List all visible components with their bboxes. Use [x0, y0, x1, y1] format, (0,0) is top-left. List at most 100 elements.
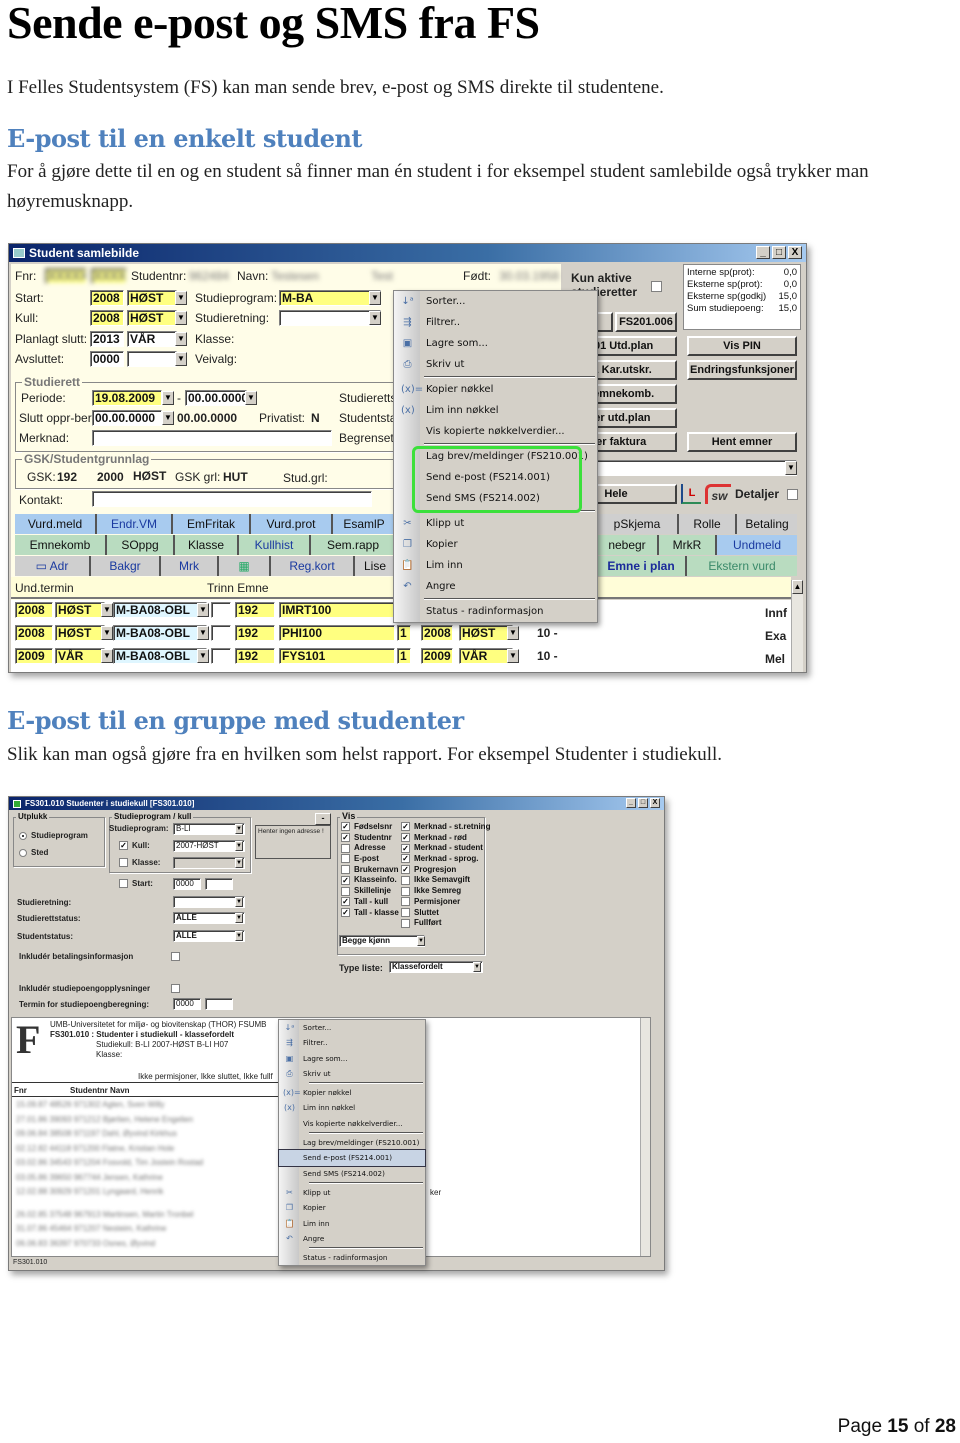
row-gsk-field[interactable]: 192 [235, 602, 275, 618]
menu-item-status-radinformasjon[interactable]: Status - radinformasjon [279, 1250, 425, 1265]
menu-item-lagre-som[interactable]: ▣ Lagre som... [279, 1051, 425, 1066]
start-term-field-2[interactable] [205, 878, 233, 890]
kull-dropdown-2[interactable]: ▼ [235, 841, 243, 851]
tab-pskjema[interactable]: pSkjema [597, 514, 679, 534]
studieprogram-dropdown[interactable]: ▼ [369, 291, 381, 305]
tab-mrk[interactable]: Mrk [161, 556, 219, 576]
scroll-up-arrow[interactable]: ▲ [792, 580, 803, 594]
vis-option[interactable]: Ikke Semavgift [401, 875, 490, 886]
report-row[interactable]: 31.07.86 45464 971207 Nesteim, Kathrine [16, 1224, 166, 1233]
avsluttet-term-dropdown[interactable]: ▼ [175, 352, 187, 366]
menu-item-filtrer[interactable]: ⇶ Filtrer.. [394, 312, 597, 333]
vis-option[interactable]: ✓ Tall - klasse [341, 908, 399, 919]
detaljer-checkbox[interactable] [787, 489, 798, 500]
menu-item-sorter[interactable]: ↓ᵃ Sorter... [394, 291, 597, 312]
studieretning-field[interactable] [279, 310, 381, 326]
report-scrollbar[interactable] [640, 1018, 650, 1256]
type-liste-select[interactable]: Klassefordelt [389, 961, 483, 973]
vis-option[interactable]: ✓ Merknad - st.retning [401, 822, 490, 833]
row-trinn-field[interactable]: 1 [397, 625, 411, 641]
vis-option[interactable]: ✓ Progresjon [401, 865, 490, 876]
tab-adr[interactable]: ▭ Adr [15, 556, 91, 576]
tab-reg-kort[interactable]: Reg.kort [271, 556, 355, 576]
report-row[interactable]: 03.05.86 39650 967744 Jensen, Kathrine [16, 1173, 163, 1182]
kull-checkbox[interactable]: ✓ Kull: [119, 841, 150, 851]
menu-item-lim-inn-nøkkel[interactable]: (x) Lim inn nøkkel [279, 1100, 425, 1115]
menu-item-skriv-ut[interactable]: ⎙ Skriv ut [279, 1066, 425, 1081]
kjonn-dropdown[interactable]: ▼ [417, 936, 425, 946]
tab-emfritak[interactable]: EmFritak [173, 514, 251, 534]
avsluttet-year-field[interactable]: 0000 [90, 351, 124, 367]
maximize-button-2[interactable]: □ [638, 798, 648, 808]
avsluttet-term-field[interactable] [127, 351, 177, 367]
klasse-dropdown-2[interactable]: ▼ [235, 858, 243, 868]
slutt-from-field[interactable]: 00.00.0000 [92, 410, 162, 426]
tab-vurd-meld[interactable]: Vurd.meld [15, 514, 97, 534]
menu-item-send-sms-fs214-002[interactable]: Send SMS (FS214.002) [279, 1166, 425, 1181]
fnr-field-2[interactable]: XXXXX [91, 268, 127, 284]
row-emne-field[interactable]: PHI100 [279, 625, 395, 641]
start-field-2[interactable]: 0000 [173, 878, 201, 890]
vis-option[interactable]: Fullført [401, 918, 490, 929]
studentstatus-dropdown[interactable]: ▼ [235, 931, 243, 941]
vis-option[interactable]: ✓ Merknad - student [401, 843, 490, 854]
studiepoeng-checkbox[interactable] [171, 984, 180, 993]
vis-option[interactable]: Sluttet [401, 908, 490, 919]
tab-ekstern-vurd[interactable]: Ekstern vurd [687, 556, 797, 576]
menu-item-angre[interactable]: ↶ Angre [394, 576, 597, 597]
start-year-field[interactable]: 2008 [90, 290, 124, 306]
menu-item-send-e-post-fs214-001[interactable]: Send e-post (FS214.001) [278, 1149, 426, 1167]
tab-klasse[interactable]: Klasse [175, 535, 239, 555]
hent-emner-button[interactable]: Hent emner [687, 432, 797, 452]
tab-emne-i-plan[interactable]: Emne i plan [597, 556, 687, 576]
row-plan-dropdown[interactable]: ▼ [197, 626, 209, 640]
menu-item-klipp-ut[interactable]: ✂ Klipp ut [394, 513, 597, 534]
fnr-field-1[interactable]: XXXXXX [45, 268, 87, 284]
planlagt-term-field[interactable]: VÅR [127, 331, 177, 347]
studieprogram-dropdown-2[interactable]: ▼ [235, 824, 243, 834]
termin-term-field[interactable] [205, 998, 233, 1010]
row-emne-field[interactable]: IMRT100 [279, 602, 395, 618]
row-gsk-field[interactable]: 192 [235, 625, 275, 641]
kull-term-dropdown[interactable]: ▼ [175, 311, 187, 325]
report-row[interactable]: 15.09.87 48526 971302 Aglen, Sven Willy [16, 1100, 165, 1109]
row-term2-dropdown[interactable]: ▼ [507, 649, 519, 663]
studieretning-dropdown[interactable]: ▼ [369, 311, 381, 325]
endringsfunksjoner-button[interactable]: Endringsfunksjoner [687, 360, 797, 380]
termin-field[interactable]: 0000 [173, 998, 201, 1010]
tab-sem-rapp[interactable]: Sem.rapp [311, 535, 395, 555]
radio-sted[interactable]: Sted [19, 848, 48, 857]
menu-item-vis-kopierte-nøkkelverdier[interactable]: Vis kopierte nøkkelverdier... [279, 1116, 425, 1131]
vis-option[interactable]: Adresse [341, 843, 399, 854]
tab-soppg[interactable]: SOppg [107, 535, 175, 555]
kjonn-select[interactable]: Begge kjønn [339, 935, 425, 947]
tab-undmeld[interactable]: Undmeld [717, 535, 797, 555]
row-plan-dropdown[interactable]: ▼ [197, 649, 209, 663]
maximize-button[interactable]: □ [772, 246, 786, 259]
periode-to-field[interactable]: 00.00.0000 [185, 390, 247, 406]
close-button[interactable]: X [788, 246, 802, 259]
report-row[interactable]: 06.06.83 36397 970733 Osnes, Øyvind [16, 1239, 155, 1248]
vis-option[interactable]: ✓ Tall - kull [341, 897, 399, 908]
tab-endr-vm[interactable]: Endr.VM [97, 514, 173, 534]
menu-item-skriv-ut[interactable]: ⎙ Skriv ut [394, 354, 597, 375]
report-row[interactable]: 26.02.85 37548 967913 Martinsen, Martin … [16, 1210, 193, 1219]
menu-item-kopier-nøkkel[interactable]: (x)= Kopier nøkkel [394, 379, 597, 400]
tab-emnekomb[interactable]: Emnekomb [15, 535, 107, 555]
close-button-2[interactable]: X [650, 798, 660, 808]
menu-item-lagre-som[interactable]: ▣ Lagre som... [394, 333, 597, 354]
menu-item-filtrer[interactable]: ⇶ Filtrer.. [279, 1035, 425, 1050]
row-plan-field[interactable]: M-BA08-OBL [113, 602, 207, 618]
tab-lise[interactable]: Lise [355, 556, 395, 576]
minimize-button-2[interactable]: _ [626, 798, 636, 808]
menu-item-angre[interactable]: ↶ Angre [279, 1231, 425, 1246]
collapse-button[interactable]: - [315, 813, 331, 825]
report-row[interactable]: 09.06.84 38508 971197 Dahl, Øyvind Kirkh… [16, 1129, 177, 1138]
row-term-dropdown[interactable]: ▼ [101, 649, 113, 663]
row-emne-field[interactable]: FYS101 [279, 648, 395, 664]
tab-emnebegr[interactable]: nebegr [597, 535, 659, 555]
kull-term-field[interactable]: HØST [127, 310, 177, 326]
menu-item-lag-brev-meldinger-fs210-001[interactable]: Lag brev/meldinger (FS210.001) [279, 1135, 425, 1150]
tab-mrkr[interactable]: MrkR [659, 535, 717, 555]
fs201-006-button[interactable]: FS201.006 [615, 312, 677, 332]
